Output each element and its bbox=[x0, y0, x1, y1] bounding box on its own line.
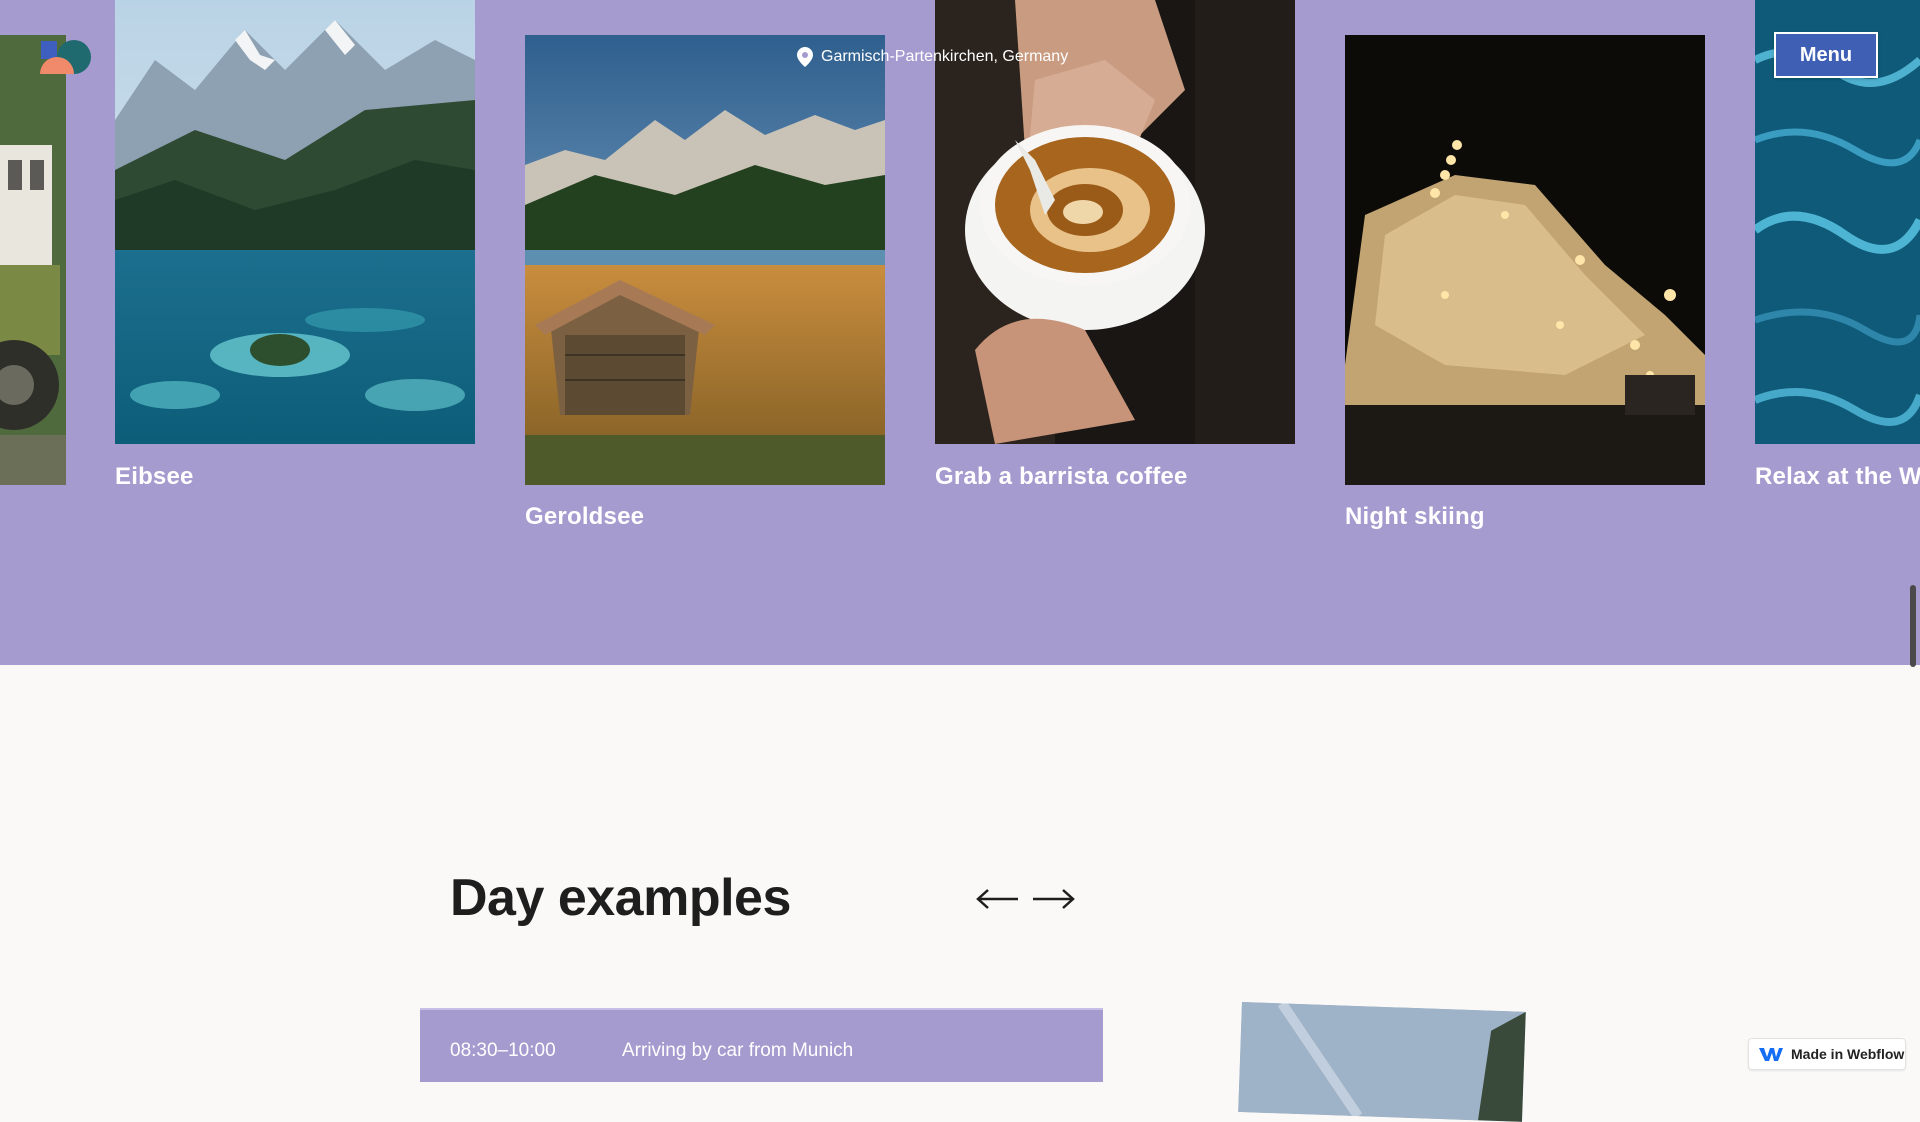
card-caption: Eibsee bbox=[115, 463, 194, 490]
activity-card-night-skiing[interactable]: Night skiing bbox=[1345, 35, 1705, 535]
card-image bbox=[115, 0, 475, 444]
card-caption: Relax at the W bbox=[1755, 463, 1920, 490]
card-image bbox=[0, 35, 66, 485]
card-caption: Geroldsee bbox=[525, 503, 645, 530]
schedule-description: Arriving by car from Munich bbox=[622, 1040, 854, 1061]
activity-card-coffee[interactable]: Grab a barrista coffee bbox=[935, 0, 1295, 500]
made-in-webflow-badge[interactable]: Made in Webflow bbox=[1748, 1038, 1906, 1070]
arrow-left-icon bbox=[976, 889, 1018, 909]
activities-carousel: Eibsee Geroldsee Grab a barrista coffee … bbox=[0, 0, 1920, 665]
next-button[interactable] bbox=[1031, 882, 1077, 916]
day-example-photo bbox=[1238, 1002, 1526, 1122]
activity-card-tractor[interactable] bbox=[0, 35, 66, 485]
schedule-item[interactable]: 08:30–10:00 Arriving by car from Munich bbox=[420, 1008, 1103, 1082]
site-logo[interactable] bbox=[38, 38, 94, 76]
card-image bbox=[525, 35, 885, 485]
menu-button[interactable]: Menu bbox=[1774, 32, 1878, 78]
location-label: Garmisch-Partenkirchen, Germany bbox=[797, 46, 1068, 68]
arrow-right-icon bbox=[1033, 889, 1075, 909]
webflow-logo-icon bbox=[1759, 1048, 1783, 1061]
card-caption: Grab a barrista coffee bbox=[935, 463, 1188, 490]
card-caption: Night skiing bbox=[1345, 503, 1485, 530]
badge-label: Made in Webflow bbox=[1791, 1046, 1905, 1062]
location-text: Garmisch-Partenkirchen, Germany bbox=[821, 48, 1069, 65]
card-image bbox=[1345, 35, 1705, 485]
activity-card-geroldsee[interactable]: Geroldsee bbox=[525, 35, 885, 535]
prev-button[interactable] bbox=[974, 882, 1020, 916]
schedule-time: 08:30–10:00 bbox=[450, 1040, 556, 1061]
scrollbar-thumb[interactable] bbox=[1910, 585, 1916, 667]
activity-card-eibsee[interactable]: Eibsee bbox=[115, 0, 475, 500]
map-pin-icon bbox=[797, 47, 813, 67]
section-title: Day examples bbox=[450, 869, 791, 927]
